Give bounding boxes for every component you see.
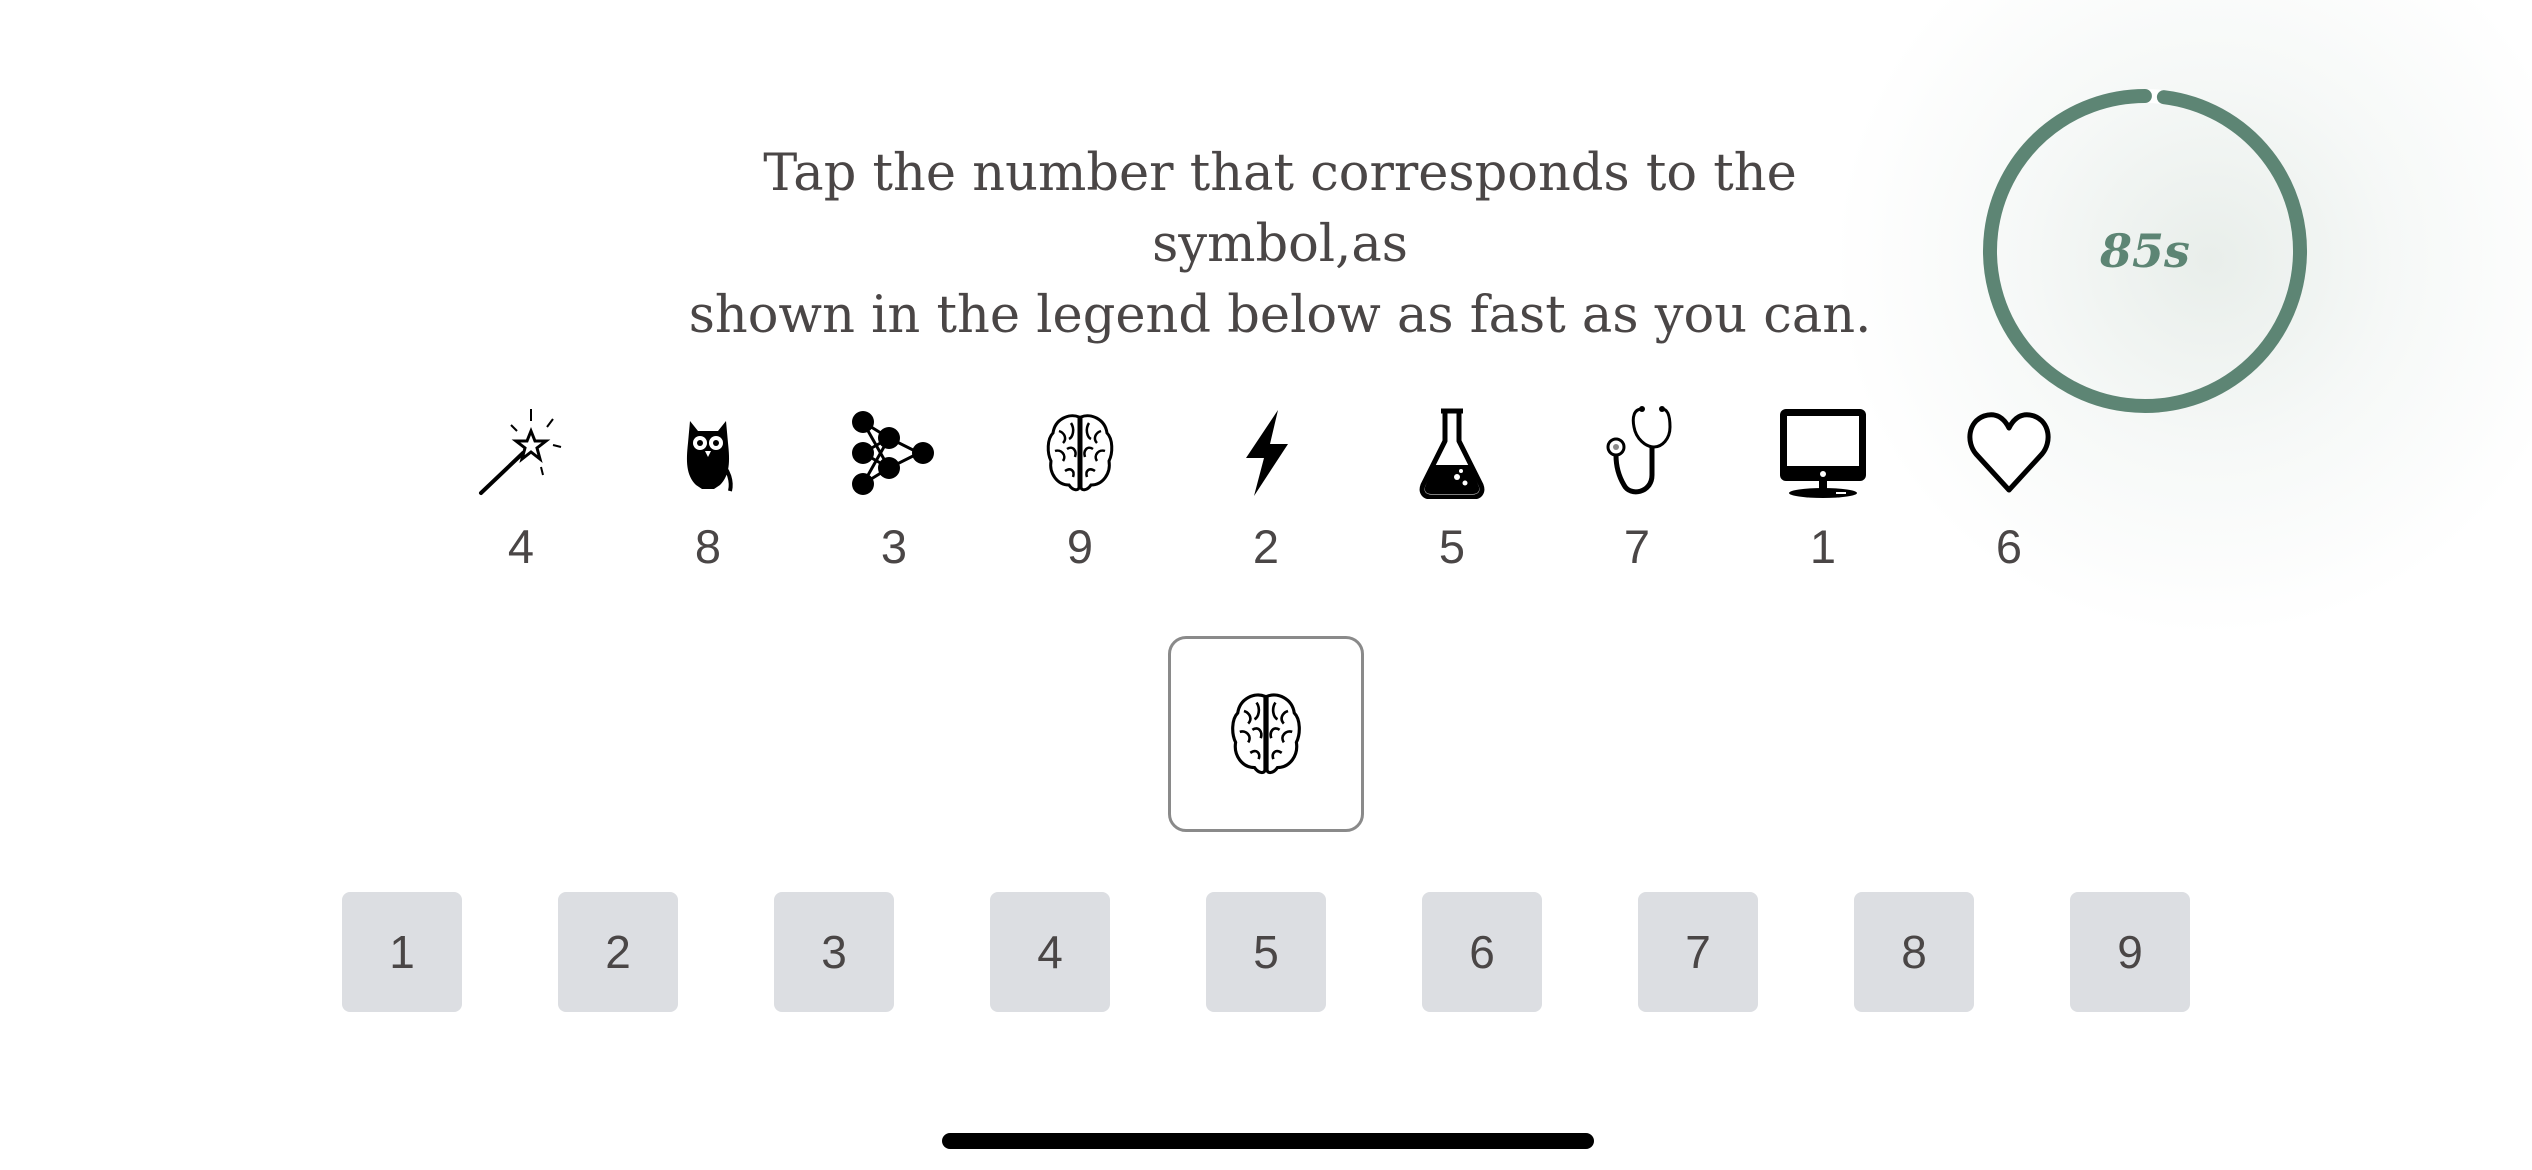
symbol-legend: 4 8 3 9 2 5 7 1 6 (0, 405, 2532, 595)
brain-icon (1020, 405, 1140, 500)
key-3-button[interactable]: 3 (774, 892, 894, 1012)
flask-icon (1392, 405, 1512, 500)
key-5-button[interactable]: 5 (1206, 892, 1326, 1012)
legend-item-9: 6 (1949, 405, 2069, 575)
legend-number: 8 (694, 520, 722, 573)
legend-item-8: 1 (1763, 405, 1883, 575)
monitor-icon (1763, 405, 1883, 500)
legend-item-7: 7 (1577, 405, 1697, 575)
instructions-line-2: symbol,as (1152, 215, 1408, 274)
key-4-button[interactable]: 4 (990, 892, 1110, 1012)
countdown-timer: 85s (1980, 86, 2310, 416)
timer-label: 85s (2100, 224, 2190, 278)
key-8-button[interactable]: 8 (1854, 892, 1974, 1012)
legend-item-6: 5 (1392, 405, 1512, 575)
legend-number: 4 (507, 520, 535, 573)
legend-number: 6 (1995, 520, 2023, 573)
key-7-button[interactable]: 7 (1638, 892, 1758, 1012)
lightning-bolt-icon (1206, 405, 1326, 500)
instructions-text: Tap the number that corresponds to the s… (640, 138, 1920, 351)
magic-wand-icon (461, 405, 581, 500)
home-indicator[interactable] (942, 1133, 1594, 1149)
legend-number: 5 (1438, 520, 1466, 573)
legend-item-4: 9 (1020, 405, 1140, 575)
owl-icon (648, 405, 768, 500)
legend-number: 1 (1809, 520, 1837, 573)
legend-number: 7 (1623, 520, 1651, 573)
legend-number: 2 (1252, 520, 1280, 573)
key-9-button[interactable]: 9 (2070, 892, 2190, 1012)
legend-number: 3 (880, 520, 908, 573)
legend-item-2: 8 (648, 405, 768, 575)
number-keypad: 1 2 3 4 5 6 7 8 9 (0, 892, 2532, 1012)
instructions-line-3: shown in the legend below as fast as you… (688, 286, 1872, 345)
legend-number: 9 (1066, 520, 1094, 573)
key-6-button[interactable]: 6 (1422, 892, 1542, 1012)
brain-icon (1231, 693, 1301, 775)
target-symbol-card (1168, 636, 1364, 832)
legend-item-3: 3 (834, 405, 954, 575)
legend-item-1: 4 (461, 405, 581, 575)
stethoscope-icon (1577, 405, 1697, 500)
key-1-button[interactable]: 1 (342, 892, 462, 1012)
key-2-button[interactable]: 2 (558, 892, 678, 1012)
legend-item-5: 2 (1206, 405, 1326, 575)
network-nodes-icon (834, 405, 954, 500)
heart-outline-icon (1949, 405, 2069, 500)
instructions-line-1: Tap the number that corresponds to the (763, 144, 1797, 203)
